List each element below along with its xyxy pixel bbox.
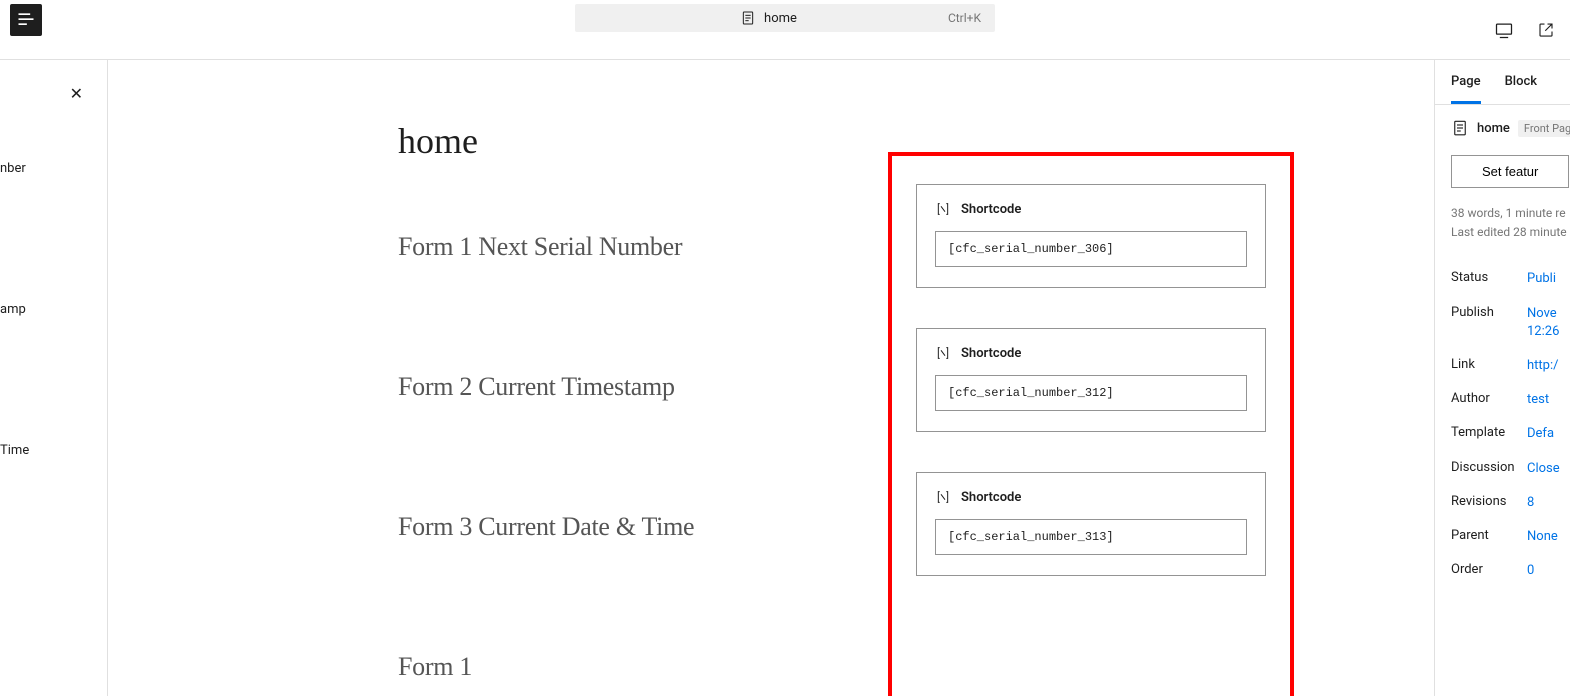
document-outline-panel: ✕ nber amp Time [0, 60, 108, 696]
keyboard-shortcut: Ctrl+K [948, 11, 981, 25]
outline-item[interactable]: amp [0, 294, 107, 325]
shortcode-icon [935, 201, 951, 217]
external-link-icon [1537, 21, 1555, 39]
shortcode-label: Shortcode [961, 202, 1021, 217]
highlighted-region: Shortcode Shortcode [888, 152, 1294, 696]
tab-block[interactable]: Block [1505, 60, 1537, 104]
outline-item[interactable]: Time [0, 435, 107, 466]
document-title: home [764, 11, 797, 26]
shortcode-input[interactable] [935, 375, 1247, 411]
shortcode-block[interactable]: Shortcode [916, 472, 1266, 576]
page-meta-list: StatusPubli PublishNove 12:26 Linkhttp:/… [1435, 250, 1570, 588]
shortcode-label: Shortcode [961, 346, 1021, 361]
meta-template[interactable]: TemplateDefa [1451, 417, 1570, 451]
meta-publish[interactable]: PublishNove 12:26 [1451, 297, 1570, 349]
shortcode-icon [935, 489, 951, 505]
page-summary: home Front Pag [1435, 105, 1570, 151]
meta-discussion[interactable]: DiscussionClose [1451, 452, 1570, 486]
close-panel-button[interactable]: ✕ [70, 84, 83, 103]
set-featured-image-button[interactable]: Set featur [1451, 155, 1569, 188]
shortcode-block[interactable]: Shortcode [916, 328, 1266, 432]
meta-parent[interactable]: ParentNone [1451, 520, 1570, 554]
shortcode-label: Shortcode [961, 490, 1021, 505]
meta-order[interactable]: Order0 [1451, 554, 1570, 588]
shortcode-icon [935, 345, 951, 361]
page-name: home [1477, 121, 1510, 136]
editor-canvas[interactable]: home Form 1 Next Serial Number Form 2 Cu… [108, 60, 1434, 696]
shortcode-input[interactable] [935, 519, 1247, 555]
outline-item[interactable]: nber [0, 153, 107, 184]
view-button[interactable] [1488, 14, 1520, 46]
tab-page[interactable]: Page [1451, 60, 1481, 104]
wordpress-menu-button[interactable] [10, 4, 42, 36]
meta-link[interactable]: Linkhttp:/ [1451, 349, 1570, 383]
external-link-button[interactable] [1530, 14, 1562, 46]
desktop-icon [1494, 20, 1514, 40]
page-icon [740, 10, 756, 26]
page-stats: 38 words, 1 minute re Last edited 28 min… [1435, 204, 1570, 250]
meta-status[interactable]: StatusPubli [1451, 262, 1570, 296]
top-bar: home Ctrl+K [0, 0, 1570, 60]
meta-revisions[interactable]: Revisions8 [1451, 486, 1570, 520]
page-badge: Front Pag [1518, 120, 1570, 137]
meta-author[interactable]: Authortest [1451, 383, 1570, 417]
document-title-bar[interactable]: home Ctrl+K [575, 4, 995, 32]
page-icon [1451, 119, 1469, 137]
sidebar-tabs: Page Block [1435, 60, 1570, 105]
shortcode-input[interactable] [935, 231, 1247, 267]
shortcode-block[interactable]: Shortcode [916, 184, 1266, 288]
settings-sidebar: Page Block home Front Pag Set featur 38 … [1434, 60, 1570, 696]
